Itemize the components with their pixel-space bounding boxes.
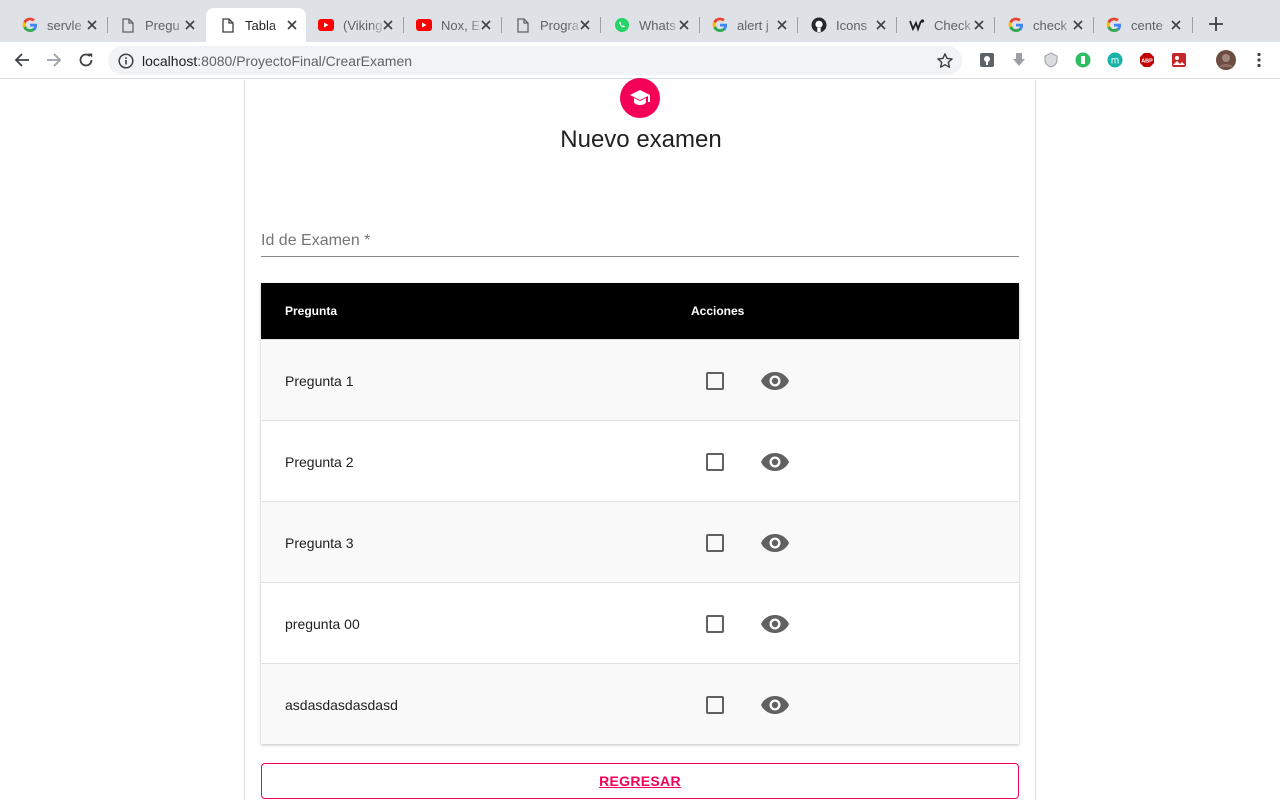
url-text: localhost:8080/ProyectoFinal/CrearExamen — [142, 53, 412, 69]
column-header-pregunta: Pregunta — [285, 304, 338, 318]
close-icon[interactable] — [676, 17, 692, 33]
google-icon — [1008, 17, 1024, 33]
tab[interactable]: servle — [8, 8, 106, 42]
eye-icon[interactable] — [760, 369, 790, 393]
google-icon — [712, 17, 728, 33]
reload-icon[interactable] — [76, 50, 96, 70]
tab-active[interactable]: Tabla — [206, 8, 306, 42]
extension-keeper-icon[interactable] — [978, 51, 996, 69]
select-checkbox[interactable] — [706, 372, 724, 390]
page-title: Nuevo examen — [560, 126, 722, 153]
question-text: pregunta 00 — [285, 616, 360, 632]
graduation-cap-icon — [620, 78, 660, 118]
close-icon[interactable] — [478, 17, 494, 33]
table-row: Pregunta 2 — [261, 420, 1019, 501]
tab[interactable]: (Viking — [304, 8, 402, 42]
forward-arrow-icon[interactable] — [44, 50, 64, 70]
extension-evernote-icon[interactable] — [1074, 51, 1092, 69]
exam-id-label: Id de Examen * — [261, 232, 371, 249]
back-arrow-icon[interactable] — [12, 50, 32, 70]
close-icon[interactable] — [873, 17, 889, 33]
table-body: Pregunta 1 Pregunta 2 Pregunta 3 pregunt… — [261, 339, 1019, 744]
tab-title: Tabla — [245, 17, 277, 33]
youtube-icon — [416, 17, 432, 33]
tab[interactable]: Whats — [600, 8, 698, 42]
close-icon[interactable] — [1070, 17, 1086, 33]
question-text: Pregunta 2 — [285, 454, 354, 470]
back-button[interactable]: REGRESAR — [261, 763, 1019, 799]
table-row: Pregunta 3 — [261, 501, 1019, 582]
table-row: Pregunta 1 — [261, 339, 1019, 420]
youtube-icon — [318, 17, 334, 33]
close-icon[interactable] — [380, 17, 396, 33]
tab[interactable]: alert j — [698, 8, 796, 42]
select-checkbox[interactable] — [706, 453, 724, 471]
tab[interactable]: Pregu — [106, 8, 204, 42]
page-content: Nuevo examen Id de Examen * Pregunta Acc… — [0, 78, 1280, 800]
extension-shield-icon[interactable] — [1042, 51, 1060, 69]
address-bar[interactable]: localhost:8080/ProyectoFinal/CrearExamen — [108, 46, 962, 75]
extension-image-icon[interactable] — [1170, 51, 1188, 69]
select-checkbox[interactable] — [706, 534, 724, 552]
eye-icon[interactable] — [760, 531, 790, 555]
url-host: localhost — [142, 53, 198, 69]
select-checkbox[interactable] — [706, 696, 724, 714]
close-icon[interactable] — [577, 17, 593, 33]
table-row: pregunta 00 — [261, 582, 1019, 663]
extension-download-icon[interactable] — [1010, 51, 1028, 69]
close-icon[interactable] — [182, 17, 198, 33]
close-icon[interactable] — [971, 17, 987, 33]
question-text: Pregunta 1 — [285, 373, 354, 389]
tab[interactable]: Nox, E — [402, 8, 500, 42]
question-text: Pregunta 3 — [285, 535, 354, 551]
close-icon[interactable] — [84, 17, 100, 33]
eye-icon[interactable] — [760, 693, 790, 717]
exam-form-card: Nuevo examen Id de Examen * Pregunta Acc… — [244, 78, 1036, 800]
column-header-acciones: Acciones — [691, 304, 745, 318]
new-tab-plus-icon[interactable] — [1206, 14, 1226, 34]
table-row: asdasdasdasdasd — [261, 663, 1019, 744]
svg-text:ABP: ABP — [1141, 59, 1153, 65]
bookmark-star-icon[interactable] — [936, 52, 954, 70]
close-icon[interactable] — [284, 17, 300, 33]
google-icon — [1106, 17, 1122, 33]
exam-id-input[interactable] — [261, 256, 1019, 257]
site-icon — [909, 17, 925, 33]
document-icon — [120, 17, 136, 33]
table-header: Pregunta Acciones — [261, 283, 1019, 339]
eye-icon[interactable] — [760, 612, 790, 636]
tab[interactable]: Check — [895, 8, 993, 42]
document-icon — [515, 17, 531, 33]
svg-text:m: m — [1111, 56, 1119, 67]
whatsapp-icon — [614, 17, 630, 33]
close-icon[interactable] — [774, 17, 790, 33]
extension-m-icon[interactable]: m — [1106, 51, 1124, 69]
menu-kebab-icon[interactable] — [1250, 51, 1268, 69]
tab-strip: servle Pregu Tabla (Viking Nox, E Progra… — [0, 0, 1280, 42]
browser-toolbar: localhost:8080/ProyectoFinal/CrearExamen… — [0, 42, 1280, 79]
questions-table: Pregunta Acciones Pregunta 1 Pregunta 2 … — [261, 283, 1019, 744]
github-icon — [811, 17, 827, 33]
document-icon — [220, 17, 236, 33]
info-icon[interactable] — [118, 53, 134, 69]
eye-icon[interactable] — [760, 450, 790, 474]
profile-avatar[interactable] — [1216, 50, 1236, 70]
question-text: asdasdasdasdasd — [285, 697, 398, 713]
tab[interactable]: Progra — [501, 8, 599, 42]
tab[interactable]: cente — [1092, 8, 1190, 42]
extension-adblock-icon[interactable]: ABP — [1138, 51, 1156, 69]
url-path: :8080/ProyectoFinal/CrearExamen — [197, 53, 413, 69]
google-icon — [22, 17, 38, 33]
select-checkbox[interactable] — [706, 615, 724, 633]
tab[interactable]: Icons — [797, 8, 895, 42]
close-icon[interactable] — [1168, 17, 1184, 33]
tab[interactable]: check — [994, 8, 1092, 42]
